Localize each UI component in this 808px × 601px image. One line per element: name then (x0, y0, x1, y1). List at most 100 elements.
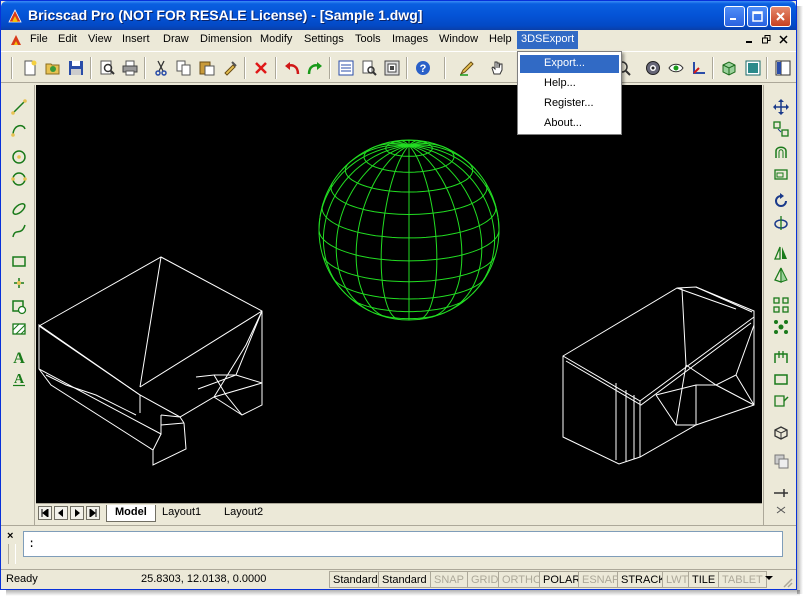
print-preview-button[interactable] (96, 57, 118, 79)
menu-insert[interactable]: Insert (122, 33, 150, 45)
model-space-drawing[interactable] (36, 85, 762, 503)
menu-dimension[interactable]: Dimension (200, 33, 252, 45)
tab-layout2[interactable]: Layout2 (216, 505, 271, 522)
explode-tool[interactable] (770, 317, 792, 337)
menu-export-item[interactable]: Export... (520, 55, 619, 73)
prev-tab-button[interactable] (54, 506, 68, 520)
cut-button[interactable] (150, 57, 172, 79)
rotate-3d-tool[interactable] (770, 213, 792, 233)
match-properties-button[interactable] (219, 57, 241, 79)
point-tool[interactable] (8, 273, 30, 293)
mdi-restore-button[interactable] (759, 33, 773, 46)
menu-modify[interactable]: Modify (260, 33, 292, 45)
mdi-close-button[interactable] (776, 33, 790, 46)
move-tool[interactable] (770, 97, 792, 117)
menu-help[interactable]: Help (489, 33, 512, 45)
close-button[interactable] (770, 6, 791, 27)
ellipse-tool[interactable] (8, 199, 30, 219)
toolbar-grip[interactable] (11, 57, 13, 79)
menu-tools[interactable]: Tools (355, 33, 381, 45)
delete-button[interactable] (250, 57, 272, 79)
tablet-toggle[interactable]: TABLET (718, 571, 767, 588)
menu-edit[interactable]: Edit (58, 33, 77, 45)
box-button[interactable] (718, 57, 740, 79)
resize-grip-icon[interactable] (781, 576, 793, 588)
arc-tool[interactable] (8, 119, 30, 139)
undo-button[interactable] (281, 57, 303, 79)
explorer-button[interactable] (358, 57, 380, 79)
document-icon[interactable] (9, 33, 23, 47)
trim-tool[interactable] (770, 347, 792, 367)
circle-3p-tool[interactable] (8, 169, 30, 189)
menu-window[interactable]: Window (439, 33, 478, 45)
command-input[interactable]: : (23, 531, 783, 557)
snap-toggle[interactable]: SNAP (430, 571, 468, 588)
scale-tool[interactable] (770, 163, 792, 183)
menu-help-item[interactable]: Help... (520, 75, 619, 93)
hatch-tool[interactable] (8, 319, 30, 339)
tab-layout1[interactable]: Layout1 (154, 505, 209, 522)
render-button[interactable] (642, 57, 664, 79)
menu-settings[interactable]: Settings (304, 33, 344, 45)
new-button[interactable] (19, 57, 41, 79)
pan-button[interactable] (486, 57, 508, 79)
last-tab-button[interactable] (86, 506, 100, 520)
extend-tool[interactable] (770, 369, 792, 389)
close-command-button[interactable]: × (7, 530, 13, 542)
mirror-tool[interactable] (770, 243, 792, 263)
paste-button[interactable] (196, 57, 218, 79)
pencil-button[interactable] (456, 57, 478, 79)
view-button[interactable] (665, 57, 687, 79)
maximize-button[interactable] (747, 6, 768, 27)
menu-images[interactable]: Images (392, 33, 428, 45)
title-bar[interactable]: Bricscad Pro (NOT FOR RESALE License) - … (1, 1, 796, 30)
chamfer-tool[interactable] (770, 483, 792, 503)
region-tool[interactable] (770, 451, 792, 471)
wireframe-solid-right[interactable] (562, 286, 755, 465)
insert-block-tool[interactable] (8, 297, 30, 317)
print-button[interactable] (119, 57, 141, 79)
tab-model[interactable]: Model (106, 505, 156, 522)
copy-button[interactable] (173, 57, 195, 79)
mtext-tool[interactable]: A (8, 369, 30, 389)
ucs-button[interactable] (688, 57, 710, 79)
solid-tool[interactable] (770, 423, 792, 443)
next-tab-button[interactable] (70, 506, 84, 520)
properties-button[interactable] (335, 57, 357, 79)
drawing-canvas[interactable] (36, 85, 762, 503)
line-tool[interactable] (8, 97, 30, 117)
redo-button[interactable] (304, 57, 326, 79)
mirror-3d-tool[interactable] (770, 265, 792, 285)
rotate-tool[interactable] (770, 191, 792, 211)
circle-tool[interactable] (8, 147, 30, 167)
menu-file[interactable]: File (30, 33, 48, 45)
first-tab-button[interactable] (38, 506, 52, 520)
text-tool[interactable]: A (8, 347, 30, 367)
panels-button[interactable] (772, 57, 794, 79)
offset-tool[interactable] (770, 141, 792, 161)
mdi-minimize-button[interactable] (742, 33, 756, 46)
status-menu-button[interactable] (764, 573, 774, 586)
menu-draw[interactable]: Draw (163, 33, 189, 45)
menu-3dsexport[interactable]: 3DSExport (517, 31, 579, 49)
array-tool[interactable] (770, 295, 792, 315)
tile-toggle[interactable]: TILE (688, 571, 720, 588)
minimize-button[interactable] (724, 6, 745, 27)
layout-button[interactable] (742, 57, 764, 79)
menu-view[interactable]: View (88, 33, 112, 45)
menu-about-item[interactable]: About... (520, 115, 619, 133)
wireframe-solid-left[interactable] (38, 256, 263, 466)
copy-object-tool[interactable] (770, 119, 792, 139)
design-center-button[interactable] (381, 57, 403, 79)
text-style-button[interactable]: Standard (329, 571, 382, 588)
toolbar-more[interactable] (770, 503, 792, 517)
menu-register-item[interactable]: Register... (520, 95, 619, 113)
dim-style-button[interactable]: Standard (378, 571, 431, 588)
help-button[interactable]: ? (412, 57, 434, 79)
stretch-tool[interactable] (770, 391, 792, 411)
save-button[interactable] (65, 57, 87, 79)
open-button[interactable] (42, 57, 64, 79)
rectangle-tool[interactable] (8, 251, 30, 271)
wireframe-sphere[interactable] (318, 139, 500, 321)
spline-tool[interactable] (8, 221, 30, 241)
